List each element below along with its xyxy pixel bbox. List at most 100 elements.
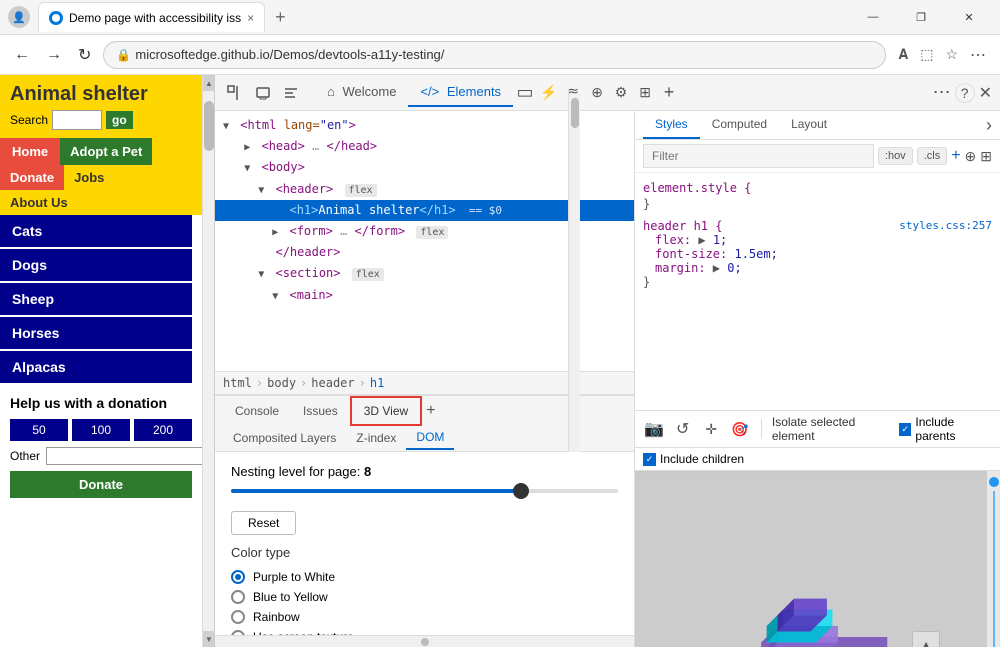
scroll-up-arrow[interactable]: ▲ — [203, 75, 215, 91]
inspect-tool-icon[interactable] — [223, 81, 247, 105]
breadcrumb-body[interactable]: body — [267, 376, 296, 390]
application-tab-icon[interactable]: ⊞ — [633, 81, 657, 105]
hov-button[interactable]: :hov — [878, 147, 913, 165]
search-go-button[interactable]: go — [106, 111, 133, 129]
style-icon-2[interactable]: ⊞ — [980, 148, 992, 165]
animal-sheep[interactable]: Sheep — [0, 283, 192, 315]
more-button[interactable]: ⋯ — [966, 41, 990, 69]
flex-badge: flex — [345, 184, 377, 197]
refresh-button[interactable]: ↻ — [74, 41, 95, 69]
tab-elements[interactable]: </> Elements — [408, 78, 513, 107]
add-tab-icon[interactable]: + — [657, 81, 681, 105]
devtools-close-icon[interactable]: ✕ — [979, 83, 992, 103]
elements-scroll-thumb[interactable] — [571, 111, 579, 128]
tab-welcome[interactable]: ⌂ Welcome — [315, 78, 408, 107]
favorites-button[interactable]: ☆ — [941, 41, 962, 69]
animal-cats[interactable]: Cats — [0, 215, 192, 247]
rotate-icon[interactable]: ↺ — [671, 417, 693, 441]
tree-toggle-body[interactable] — [244, 161, 254, 177]
color-rainbow[interactable]: Rainbow — [231, 610, 618, 624]
back-button[interactable]: ← — [10, 42, 34, 68]
profile-avatar[interactable]: 👤 — [8, 6, 30, 28]
webpage-scrollbar[interactable]: ▲ ▼ — [202, 75, 214, 647]
breadcrumb-html[interactable]: html — [223, 376, 252, 390]
3d-bottom-scrollbar[interactable] — [215, 635, 634, 647]
network-tab-icon[interactable]: ▭ — [513, 81, 537, 105]
elements-tool-icon[interactable] — [279, 81, 303, 105]
nesting-slider[interactable] — [231, 481, 618, 501]
breadcrumb-header[interactable]: header — [311, 376, 354, 390]
tab-console[interactable]: Console — [223, 398, 291, 424]
tab-3d-view[interactable]: 3D View — [350, 396, 422, 426]
minimize-button[interactable]: — — [850, 2, 896, 32]
amount-200[interactable]: 200 — [134, 419, 192, 441]
nav-about[interactable]: About Us — [0, 190, 192, 215]
style-icon-1[interactable]: ⊕ — [965, 148, 977, 165]
animal-horses[interactable]: Horses — [0, 317, 192, 349]
pan-icon[interactable]: ✛ — [700, 417, 722, 441]
animal-dogs[interactable]: Dogs — [0, 249, 192, 281]
tree-toggle-form[interactable] — [272, 225, 282, 241]
color-blue-yellow[interactable]: Blue to Yellow — [231, 590, 618, 604]
3d-scene-canvas[interactable]: ▲ ◀ ▶ ▼ — [635, 471, 986, 647]
devtools-help-icon[interactable]: ? — [955, 83, 975, 103]
cls-button[interactable]: .cls — [917, 147, 948, 165]
active-tab[interactable]: Demo page with accessibility iss × — [38, 2, 265, 32]
tree-toggle-main[interactable] — [272, 289, 282, 305]
camera-icon[interactable]: 📷 — [643, 417, 665, 441]
search-input[interactable] — [52, 110, 102, 130]
device-tool-icon[interactable] — [251, 81, 275, 105]
tab-issues[interactable]: Issues — [291, 398, 350, 424]
performance-tab-icon[interactable]: ⚡ — [537, 81, 561, 105]
tree-toggle-section[interactable] — [258, 267, 268, 283]
tab-zindex[interactable]: Z-index — [346, 427, 406, 449]
tab-close-icon[interactable]: × — [247, 11, 254, 25]
tree-toggle-html[interactable] — [223, 119, 233, 135]
address-input[interactable]: 🔒 microsoftedge.github.io/Demos/devtools… — [103, 41, 886, 69]
nav-home[interactable]: Home — [0, 138, 60, 165]
color-purple-white[interactable]: Purple to White — [231, 570, 618, 584]
other-input[interactable] — [46, 447, 215, 465]
nav-donate[interactable]: Donate — [0, 165, 64, 190]
tab-computed[interactable]: Computed — [700, 111, 779, 139]
security-tab-icon[interactable]: ⊕ — [585, 81, 609, 105]
include-parents-checkbox[interactable]: ✓ Include parents — [899, 415, 992, 443]
new-tab-button[interactable]: + — [269, 7, 292, 28]
nav-jobs[interactable]: Jobs — [64, 165, 114, 190]
collections-button[interactable]: ⬚ — [916, 41, 937, 69]
tab-styles[interactable]: Styles — [643, 111, 700, 139]
tree-toggle-header[interactable] — [258, 183, 268, 199]
reset-button[interactable]: Reset — [231, 511, 296, 535]
amount-100[interactable]: 100 — [72, 419, 130, 441]
nav-adopt[interactable]: Adopt a Pet — [60, 138, 152, 165]
devtools-more-icon[interactable]: ⋯ — [933, 82, 951, 103]
elements-scrollbar[interactable] — [568, 111, 580, 452]
close-button[interactable]: ✕ — [946, 2, 992, 32]
donate-button[interactable]: Donate — [10, 471, 192, 498]
include-children-checkbox[interactable]: ✓ Include children — [643, 452, 992, 466]
code-icon: </> — [420, 84, 439, 99]
amount-50[interactable]: 50 — [10, 419, 68, 441]
scroll-down-arrow[interactable]: ▼ — [203, 631, 215, 647]
forward-button[interactable]: → — [42, 42, 66, 68]
add-style-icon[interactable]: + — [951, 147, 960, 165]
style-source-link[interactable]: styles.css:257 — [899, 219, 992, 232]
style-filter-input[interactable] — [643, 144, 874, 168]
tree-toggle-head[interactable] — [244, 140, 254, 156]
breadcrumb-h1[interactable]: h1 — [370, 376, 384, 390]
tab-composited[interactable]: Composited Layers — [223, 427, 346, 449]
restore-button[interactable]: ❐ — [898, 2, 944, 32]
tab-dom[interactable]: DOM — [406, 426, 454, 450]
slider-thumb[interactable] — [513, 483, 529, 499]
style-rule-header-h1: header h1 { styles.css:257 flex: ▶ 1; fo… — [643, 219, 992, 289]
settings-tab-icon[interactable]: ⚙ — [609, 81, 633, 105]
style-more-icon[interactable]: › — [986, 115, 992, 136]
scroll-thumb[interactable] — [204, 101, 214, 151]
viewport-vertical-scrollbar[interactable] — [986, 471, 1000, 647]
read-aloud-button[interactable]: 𝐀 — [894, 41, 912, 69]
add-panel-button[interactable]: + — [426, 402, 435, 420]
tab-layout[interactable]: Layout — [779, 111, 839, 139]
animal-alpacas[interactable]: Alpacas — [0, 351, 192, 383]
focus-icon[interactable]: 🎯 — [728, 417, 750, 441]
nav-up-arrow[interactable]: ▲ — [912, 631, 940, 647]
